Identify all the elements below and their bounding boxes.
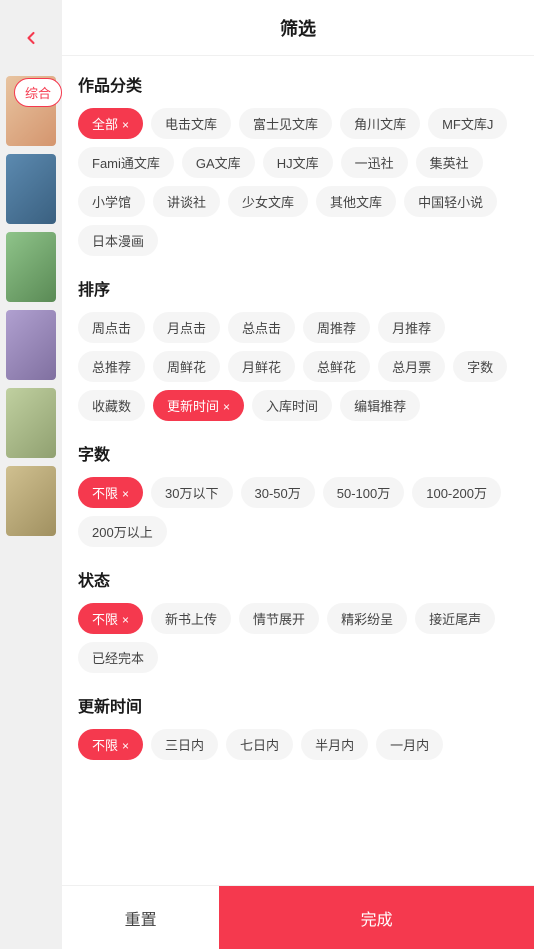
- sidebar-book-card[interactable]: [6, 154, 56, 224]
- tag-category-4[interactable]: MF文库J: [428, 108, 507, 139]
- tag-close-icon[interactable]: ×: [223, 400, 230, 414]
- tag-category-14[interactable]: 中国轻小说: [404, 186, 497, 217]
- tag-status-4[interactable]: 接近尾声: [415, 603, 495, 634]
- filter-footer: 重置 完成: [62, 885, 534, 949]
- tag-sort-7[interactable]: 月鲜花: [228, 351, 295, 382]
- tag-wordcount-1[interactable]: 30万以下: [151, 477, 232, 508]
- section-status: 状态不限× 新书上传情节展开精彩纷呈接近尾声已经完本: [78, 567, 518, 673]
- tag-category-7[interactable]: HJ文库: [263, 147, 333, 178]
- tag-status-0[interactable]: 不限×: [78, 603, 143, 634]
- filter-header: 筛选: [62, 0, 534, 56]
- tag-category-10[interactable]: 小学馆: [78, 186, 145, 217]
- section-update_time: 更新时间不限× 三日内七日内半月内一月内: [78, 693, 518, 760]
- tag-wordcount-5[interactable]: 200万以上: [78, 516, 167, 547]
- tag-status-5[interactable]: 已经完本: [78, 642, 158, 673]
- tag-sort-8[interactable]: 总鲜花: [303, 351, 370, 382]
- tag-status-1[interactable]: 新书上传: [151, 603, 231, 634]
- reset-button[interactable]: 重置: [62, 886, 219, 949]
- tag-category-12[interactable]: 少女文库: [228, 186, 308, 217]
- section-title-category: 作品分类: [78, 72, 518, 96]
- tag-status-3[interactable]: 精彩纷呈: [327, 603, 407, 634]
- section-category: 作品分类全部× 电击文库富士见文库角川文库 MF文库J Fami通文库 GA文库 HJ文库…: [78, 72, 518, 256]
- confirm-button[interactable]: 完成: [219, 886, 534, 949]
- section-title-sort: 排序: [78, 276, 518, 300]
- tag-wordcount-0[interactable]: 不限×: [78, 477, 143, 508]
- tag-update_time-1[interactable]: 三日内: [151, 729, 218, 760]
- tag-sort-4[interactable]: 月推荐: [378, 312, 445, 343]
- tag-close-icon[interactable]: ×: [122, 613, 129, 627]
- tag-sort-11[interactable]: 收藏数: [78, 390, 145, 421]
- tag-sort-2[interactable]: 总点击: [228, 312, 295, 343]
- tag-update_time-0[interactable]: 不限×: [78, 729, 143, 760]
- tags-container-update_time: 不限× 三日内七日内半月内一月内: [78, 729, 518, 760]
- tag-category-9[interactable]: 集英社: [416, 147, 483, 178]
- section-wordcount: 字数不限× 30万以下 30-50万 50-100万 100-200万 200万以上: [78, 441, 518, 547]
- tag-sort-1[interactable]: 月点击: [153, 312, 220, 343]
- tag-category-13[interactable]: 其他文库: [316, 186, 396, 217]
- sidebar-panel: 综合: [0, 0, 62, 949]
- section-title-update_time: 更新时间: [78, 693, 518, 717]
- tag-update_time-2[interactable]: 七日内: [226, 729, 293, 760]
- section-sort: 排序周点击月点击总点击周推荐月推荐总推荐周鲜花月鲜花总鲜花总月票字数收藏数更新时…: [78, 276, 518, 421]
- tag-close-icon[interactable]: ×: [122, 739, 129, 753]
- tag-update_time-3[interactable]: 半月内: [301, 729, 368, 760]
- tag-category-3[interactable]: 角川文库: [340, 108, 420, 139]
- tag-wordcount-2[interactable]: 30-50万: [241, 477, 315, 508]
- tag-close-icon[interactable]: ×: [122, 118, 129, 132]
- tag-wordcount-3[interactable]: 50-100万: [323, 477, 404, 508]
- section-title-wordcount: 字数: [78, 441, 518, 465]
- section-title-status: 状态: [78, 567, 518, 591]
- tag-category-6[interactable]: GA文库: [182, 147, 255, 178]
- tag-sort-13[interactable]: 入库时间: [252, 390, 332, 421]
- tag-sort-3[interactable]: 周推荐: [303, 312, 370, 343]
- sidebar-book-card[interactable]: [6, 388, 56, 458]
- tags-container-status: 不限× 新书上传情节展开精彩纷呈接近尾声已经完本: [78, 603, 518, 673]
- tag-category-5[interactable]: Fami通文库: [78, 147, 174, 178]
- filter-content: 作品分类全部× 电击文库富士见文库角川文库 MF文库J Fami通文库 GA文库 HJ文库…: [62, 56, 534, 885]
- tag-wordcount-4[interactable]: 100-200万: [412, 477, 501, 508]
- tag-sort-5[interactable]: 总推荐: [78, 351, 145, 382]
- tag-close-icon[interactable]: ×: [122, 487, 129, 501]
- tags-container-wordcount: 不限× 30万以下 30-50万 50-100万 100-200万 200万以上: [78, 477, 518, 547]
- tags-container-category: 全部× 电击文库富士见文库角川文库 MF文库J Fami通文库 GA文库 HJ文库一迅社集…: [78, 108, 518, 256]
- sidebar-book-card[interactable]: [6, 310, 56, 380]
- sidebar-book-card[interactable]: [6, 466, 56, 536]
- filter-panel: 筛选 作品分类全部× 电击文库富士见文库角川文库 MF文库J Fami通文库 GA文库 H…: [62, 0, 534, 949]
- tags-container-sort: 周点击月点击总点击周推荐月推荐总推荐周鲜花月鲜花总鲜花总月票字数收藏数更新时间×…: [78, 312, 518, 421]
- sidebar-book-list: [6, 76, 56, 536]
- tag-sort-12[interactable]: 更新时间×: [153, 390, 244, 421]
- tag-sort-10[interactable]: 字数: [453, 351, 507, 382]
- tag-status-2[interactable]: 情节展开: [239, 603, 319, 634]
- tag-sort-9[interactable]: 总月票: [378, 351, 445, 382]
- back-button[interactable]: [13, 20, 49, 56]
- sidebar-book-card[interactable]: [6, 232, 56, 302]
- tag-category-8[interactable]: 一迅社: [341, 147, 408, 178]
- tag-sort-0[interactable]: 周点击: [78, 312, 145, 343]
- tag-update_time-4[interactable]: 一月内: [376, 729, 443, 760]
- tag-sort-14[interactable]: 编辑推荐: [340, 390, 420, 421]
- tag-category-15[interactable]: 日本漫画: [78, 225, 158, 256]
- tag-category-0[interactable]: 全部×: [78, 108, 143, 139]
- tab-综合[interactable]: 综合: [14, 78, 62, 107]
- tag-sort-6[interactable]: 周鲜花: [153, 351, 220, 382]
- tag-category-2[interactable]: 富士见文库: [239, 108, 332, 139]
- filter-title: 筛选: [280, 15, 316, 41]
- tag-category-11[interactable]: 讲谈社: [153, 186, 220, 217]
- tag-category-1[interactable]: 电击文库: [151, 108, 231, 139]
